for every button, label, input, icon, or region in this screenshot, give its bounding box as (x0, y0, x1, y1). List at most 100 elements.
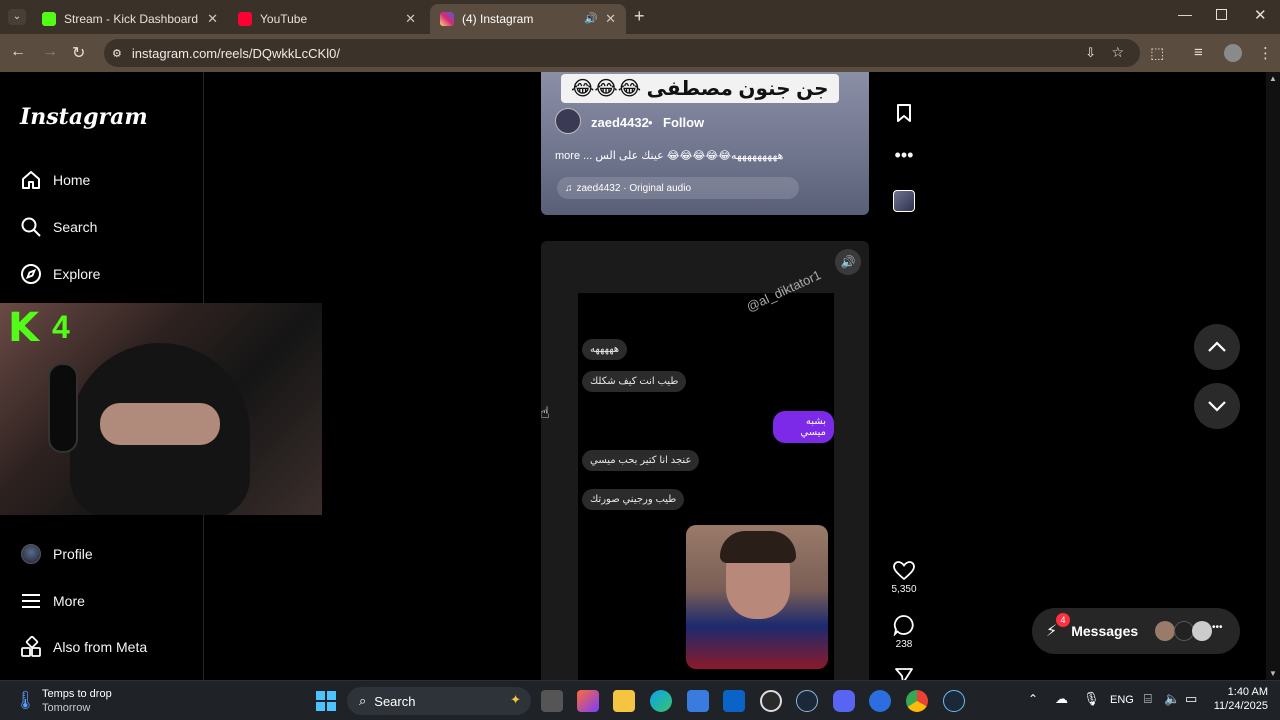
mouse-cursor: ☝ (540, 405, 550, 422)
nav-also-from-meta[interactable]: Also from Meta (20, 636, 147, 658)
bookmark-star-icon[interactable]: ☆ (1111, 44, 1124, 61)
back-icon[interactable]: ← (10, 43, 26, 61)
chrome-icon[interactable] (906, 690, 928, 712)
instagram-logo[interactable]: Instagram (20, 104, 148, 130)
edge-icon[interactable] (650, 690, 672, 712)
volume-icon[interactable]: 🔈 (1164, 691, 1180, 707)
maximize-button[interactable] (1216, 9, 1227, 20)
separator-dot: • (648, 115, 653, 130)
paper-plane-icon (895, 668, 913, 680)
author-avatar[interactable] (555, 108, 581, 134)
site-info-icon[interactable]: ⚙ (112, 47, 122, 60)
install-app-icon[interactable]: ⇩ (1085, 45, 1096, 61)
messenger-icon: ⚡ 4 (1046, 613, 1070, 641)
steam-client-icon[interactable] (943, 690, 965, 712)
reload-icon[interactable]: ↻ (72, 43, 85, 63)
next-reel-button[interactable] (1194, 383, 1240, 429)
media-control-icon[interactable]: ≡ (1194, 44, 1203, 61)
office-icon[interactable] (577, 690, 599, 712)
app-icon[interactable] (869, 690, 891, 712)
like-button[interactable]: 5,350 (888, 561, 920, 595)
reel-text-overlay: جن جنون مصطفى 😂😂😂 (561, 74, 839, 103)
nav-home[interactable]: Home (20, 169, 90, 191)
reel-card-previous[interactable]: جن جنون مصطفى 😂😂😂 zaed4432 • Follow هههه… (541, 72, 869, 215)
microphone-icon[interactable]: 🎙 (1083, 691, 1100, 707)
browser-menu-icon[interactable]: ⋮ (1258, 44, 1273, 62)
close-window-button[interactable]: ✕ (1254, 6, 1267, 24)
forward-icon[interactable]: → (42, 43, 58, 61)
tab-youtube[interactable]: YouTube ✕ (228, 4, 426, 34)
more-options-button[interactable]: ••• (888, 145, 920, 166)
comment-button[interactable]: 238 (888, 614, 920, 650)
profile-avatar[interactable] (1224, 44, 1242, 62)
heart-icon (893, 561, 915, 581)
tab-title: (4) Instagram (462, 12, 534, 26)
battery-icon[interactable]: ▭ (1185, 691, 1197, 707)
share-button[interactable] (888, 666, 920, 680)
search-icon (20, 216, 42, 238)
nav-label: More (53, 593, 85, 609)
menu-icon (20, 590, 42, 612)
steam-icon[interactable] (796, 690, 818, 712)
mute-button[interactable]: 🔊 (835, 249, 861, 275)
nav-profile[interactable]: Profile (20, 543, 93, 565)
extensions-icon[interactable]: ⬚ (1150, 44, 1164, 62)
close-tab-icon[interactable]: ✕ (605, 11, 616, 27)
close-tab-icon[interactable]: ✕ (207, 11, 218, 27)
nav-explore[interactable]: Explore (20, 263, 100, 285)
webcam-badge: 4 (52, 309, 70, 345)
windows-logo-icon (316, 691, 336, 711)
messages-bar[interactable]: ⚡ 4 Messages ••• (1032, 608, 1240, 654)
close-tab-icon[interactable]: ✕ (405, 11, 416, 27)
scroll-up-arrow-icon[interactable]: ▲ (1269, 74, 1277, 83)
address-bar[interactable]: ⚙ instagram.com/reels/DQwkkLcCKl0/ ⇩ ☆ (104, 39, 1140, 67)
headphones (48, 363, 78, 453)
obs-icon[interactable] (760, 690, 782, 712)
file-explorer-icon[interactable] (613, 690, 635, 712)
audio-pill[interactable]: ♫ zaed4432 · Original audio (557, 177, 799, 199)
tab-title: Stream - Kick Dashboard (64, 12, 199, 26)
onedrive-icon[interactable]: ☁ (1055, 691, 1068, 707)
network-icon[interactable]: ⌸ (1144, 691, 1152, 707)
scroll-down-arrow-icon[interactable]: ▼ (1269, 669, 1277, 678)
tab-kick-dashboard[interactable]: Stream - Kick Dashboard ✕ (32, 4, 228, 34)
tab-search-dropdown-icon[interactable]: ⌄ (8, 9, 26, 25)
weather-subtitle: Tomorrow (42, 702, 91, 714)
follow-button[interactable]: Follow (663, 115, 704, 130)
language-indicator[interactable]: ENG (1110, 694, 1134, 706)
windows-start-button[interactable] (316, 691, 336, 711)
comment-icon (893, 615, 914, 637)
reel-caption[interactable]: هههههههههه😂😂😂😂😂 عينك على الس ... more (555, 149, 805, 162)
chat-photo (686, 525, 828, 669)
page-scrollbar[interactable]: ▲ ▼ (1266, 72, 1280, 680)
clock[interactable]: 1:40 AM 11/24/2025 (1206, 686, 1268, 712)
outlook-icon[interactable] (723, 690, 745, 712)
chevron-up-icon (1208, 341, 1226, 352)
minimize-button[interactable]: — (1178, 6, 1192, 22)
weather-widget[interactable]: 🌡 Temps to drop Tomorrow (14, 687, 164, 715)
tab-instagram[interactable]: (4) Instagram 🔊 ✕ (430, 4, 626, 34)
save-button[interactable] (888, 103, 920, 126)
contact-avatar (1155, 621, 1175, 641)
nav-search[interactable]: Search (20, 216, 97, 238)
weather-title: Temps to drop (42, 688, 112, 700)
youtube-icon (238, 12, 252, 26)
task-view-icon[interactable] (541, 690, 563, 712)
home-icon (20, 169, 42, 191)
nav-more[interactable]: More (20, 590, 85, 612)
reel-card-current[interactable]: 🔊 @al_diktator1 هههههه طيب انت كيف شكلك … (541, 241, 869, 680)
author-username[interactable]: zaed4432 (591, 115, 649, 130)
audio-thumbnail[interactable] (888, 190, 920, 215)
kick-icon (42, 12, 56, 26)
speaker-icon[interactable]: 🔊 (584, 12, 598, 25)
discord-icon[interactable] (833, 690, 855, 712)
kick-watermark: K (8, 305, 39, 351)
previous-reel-button[interactable] (1194, 324, 1240, 370)
new-tab-button[interactable]: + (634, 6, 645, 27)
store-icon[interactable] (687, 690, 709, 712)
contact-avatar (1192, 621, 1212, 641)
webcam-overlay: K 4 (0, 303, 322, 515)
tray-expand-icon[interactable]: ⌃ (1028, 692, 1038, 706)
meta-grid-icon (20, 636, 42, 658)
taskbar-search-box[interactable]: ⌕ Search ✦ (347, 687, 531, 715)
